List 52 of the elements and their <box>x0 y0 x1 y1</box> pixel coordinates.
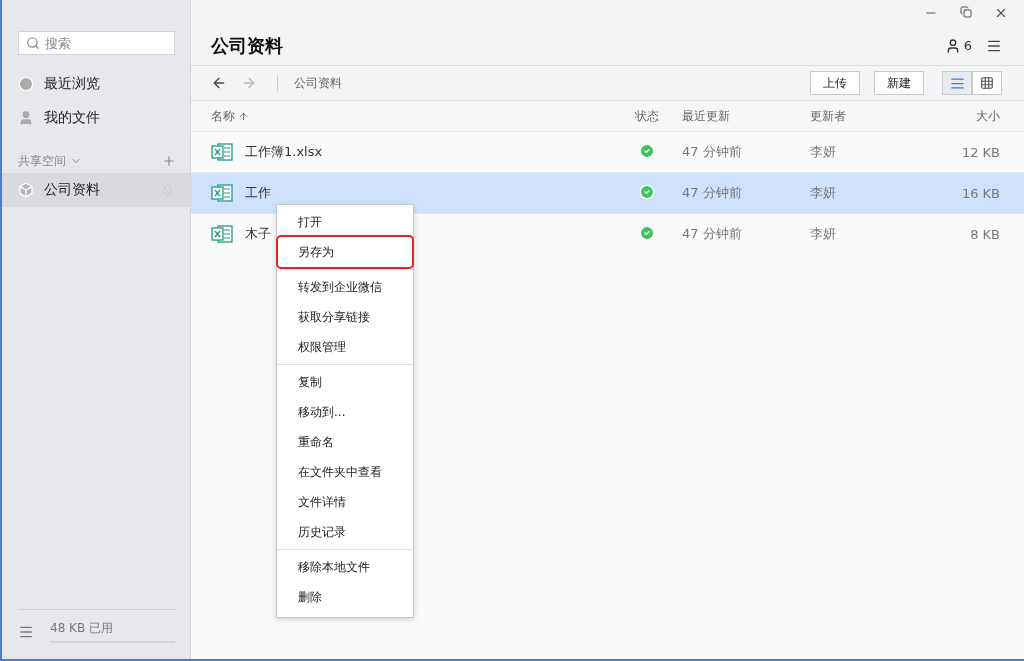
menu-item[interactable]: 移除本地文件 <box>278 552 412 582</box>
menu-item[interactable]: 转发到企业微信 <box>278 272 412 302</box>
toolbar-button[interactable]: 新建 <box>874 71 924 95</box>
menu-item[interactable]: 历史记录 <box>278 517 412 547</box>
menu-item[interactable]: 在文件夹中查看 <box>278 457 412 487</box>
close-icon[interactable] <box>994 6 1008 20</box>
nav-item[interactable]: 最近浏览 <box>2 67 190 101</box>
space-item[interactable]: 公司资料 <box>2 173 190 207</box>
updater-name: 李妍 <box>810 225 836 243</box>
column-header[interactable]: 名称 <box>211 107 249 125</box>
column-header[interactable]: 大小 <box>976 107 1000 125</box>
updater-name: 李妍 <box>810 184 836 202</box>
spreadsheet-icon <box>211 183 233 203</box>
menu-item[interactable]: 复制 <box>278 367 412 397</box>
restore-icon[interactable] <box>960 6 972 18</box>
menu-item[interactable]: 文件详情 <box>278 487 412 517</box>
search-icon <box>26 36 40 50</box>
menu-item[interactable]: 移动到... <box>278 397 412 427</box>
nav-item[interactable]: 我的文件 <box>2 101 190 135</box>
person-icon <box>18 110 34 126</box>
updated-time: 47 分钟前 <box>682 225 742 243</box>
file-size: 16 KB <box>961 185 1000 201</box>
toolbar-button[interactable]: 上传 <box>810 71 860 95</box>
file-name: 木子 <box>245 225 271 243</box>
file-name: 工作 <box>245 184 271 202</box>
file-name: 工作簿1.xlsx <box>245 143 323 161</box>
spreadsheet-icon <box>211 142 233 162</box>
back-icon[interactable] <box>211 75 227 91</box>
breadcrumb[interactable]: 公司资料 <box>277 74 342 92</box>
file-size: 8 KB <box>970 226 1000 242</box>
list-icon <box>949 75 965 91</box>
page-title: 公司资料 <box>211 33 283 58</box>
column-header[interactable]: 更新者 <box>810 107 846 125</box>
menu-item[interactable]: 删除 <box>278 582 412 612</box>
search-field[interactable]: 搜索 <box>18 31 175 55</box>
grid-icon <box>980 76 994 90</box>
members-button[interactable]: 6 <box>944 37 972 54</box>
file-row[interactable]: 工作 47 分钟前 李妍 16 KB <box>191 172 1024 213</box>
storage-usage: 48 KB 已用 <box>50 620 175 643</box>
updated-time: 47 分钟前 <box>682 184 742 202</box>
updated-time: 47 分钟前 <box>682 143 742 161</box>
menu-item[interactable]: 重命名 <box>278 427 412 457</box>
updater-name: 李妍 <box>810 143 836 161</box>
cube-icon <box>18 182 34 198</box>
file-size: 12 KB <box>961 144 1000 160</box>
menu-item[interactable]: 获取分享链接 <box>278 302 412 332</box>
menu-item[interactable]: 权限管理 <box>278 332 412 362</box>
column-header[interactable]: 最近更新 <box>682 107 730 125</box>
column-header[interactable]: 状态 <box>635 107 659 125</box>
list-view-button[interactable] <box>942 71 972 95</box>
spreadsheet-icon <box>211 224 233 244</box>
grid-view-button[interactable] <box>972 71 1002 95</box>
